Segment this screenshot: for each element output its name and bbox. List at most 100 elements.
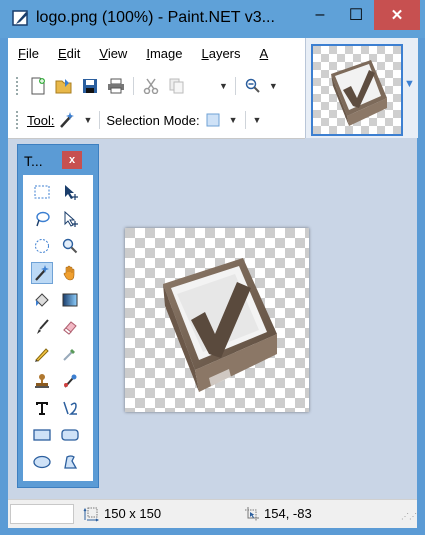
- zoom-dropdown-arrow[interactable]: ▼: [269, 81, 278, 91]
- menu-image[interactable]: Image: [136, 46, 191, 61]
- pan-tool[interactable]: [59, 262, 81, 284]
- move-selection-icon: [64, 211, 78, 227]
- line-curve-tool[interactable]: [59, 397, 81, 419]
- close-icon: x: [68, 154, 76, 166]
- image-canvas[interactable]: [125, 228, 309, 412]
- paste-dropdown-arrow[interactable]: ▼: [219, 81, 228, 91]
- copy-button[interactable]: [166, 75, 188, 97]
- image-thumbnail[interactable]: [311, 44, 403, 136]
- pencil-tool[interactable]: [31, 343, 53, 365]
- gradient-tool[interactable]: [59, 289, 81, 311]
- new-file-icon: [31, 77, 45, 95]
- selection-replace-icon: [206, 113, 220, 127]
- tools-close-button[interactable]: x: [62, 151, 82, 169]
- tools-grid: [23, 175, 93, 481]
- menu-layers-label: ayers: [208, 45, 241, 61]
- resize-grip[interactable]: ⋰⋰: [401, 512, 417, 521]
- ellipse-icon: [33, 455, 51, 469]
- line-curve-icon: [63, 401, 77, 415]
- menu-file-mnemonic: F: [18, 45, 26, 61]
- lasso-icon: [36, 211, 50, 227]
- eraser-tool[interactable]: [59, 316, 81, 338]
- hand-icon: [63, 265, 75, 281]
- main-toolbar: ▼ ▼: [8, 70, 305, 102]
- stamp-icon: [35, 374, 49, 388]
- zoom-button[interactable]: [242, 75, 264, 97]
- lasso-select-tool[interactable]: [31, 208, 53, 230]
- menu-file[interactable]: File: [8, 46, 48, 61]
- save-button[interactable]: [79, 75, 101, 97]
- toolbar-grip[interactable]: [16, 111, 21, 129]
- close-button[interactable]: ✕: [374, 0, 420, 30]
- eyedropper-icon: [63, 349, 75, 361]
- selection-mode-button[interactable]: [202, 109, 224, 131]
- freeform-shape-icon: [64, 455, 78, 469]
- print-button[interactable]: [105, 75, 127, 97]
- menu-adjustments[interactable]: A: [250, 46, 278, 61]
- tool-chooser-button[interactable]: [56, 109, 78, 131]
- print-icon: [108, 78, 124, 94]
- toolbar-separator: [99, 111, 101, 129]
- cursor-position-icon: [245, 507, 259, 521]
- freeform-shape-tool[interactable]: [59, 451, 81, 473]
- toolbar-separator: [244, 111, 246, 129]
- minimize-icon: –: [315, 6, 325, 23]
- image-thumbnail-panel: ▼: [305, 38, 418, 138]
- rectangle-tool[interactable]: [31, 424, 53, 446]
- minimize-button[interactable]: –: [302, 0, 338, 30]
- recolor-icon: [64, 374, 77, 388]
- ellipse-select-icon: [35, 239, 49, 253]
- cut-button[interactable]: [140, 75, 162, 97]
- title-bar[interactable]: logo.png (100%) - Paint.NET v3... – ☐ ✕: [0, 0, 425, 38]
- menu-edit[interactable]: Edit: [48, 46, 89, 61]
- tools-panel: T... x: [17, 144, 99, 488]
- open-button[interactable]: [53, 75, 75, 97]
- toolbar-grip[interactable]: [16, 77, 21, 95]
- rectangle-select-tool[interactable]: [31, 181, 53, 203]
- zoom-tool[interactable]: [59, 235, 81, 257]
- status-message-box: [10, 504, 74, 524]
- text-tool[interactable]: [31, 397, 53, 419]
- paintbrush-tool[interactable]: [31, 316, 53, 338]
- move-selected-pixels-tool[interactable]: [59, 181, 81, 203]
- toolbar-overflow-arrow[interactable]: ▼: [253, 115, 262, 125]
- save-icon: [83, 79, 97, 93]
- tool-dropdown-arrow[interactable]: ▼: [83, 115, 92, 125]
- magic-wand-icon: [35, 265, 49, 281]
- tools-panel-title: T...: [24, 153, 43, 169]
- menu-file-label: ile: [25, 45, 39, 61]
- recolor-tool[interactable]: [59, 370, 81, 392]
- selection-mode-label: Selection Mode:: [106, 112, 200, 128]
- scissors-icon: [143, 78, 159, 94]
- canvas-image: [125, 228, 309, 412]
- window-title: logo.png (100%) - Paint.NET v3...: [36, 9, 275, 26]
- tool-label: Tool:: [27, 112, 55, 128]
- new-image-button[interactable]: [27, 75, 49, 97]
- menu-view[interactable]: View: [89, 46, 136, 61]
- selection-mode-dropdown-arrow[interactable]: ▼: [229, 115, 238, 125]
- client-area: File Edit View Image Layers A ▼ ▼ Tool: …: [8, 38, 418, 527]
- menu-layers-mnemonic: L: [201, 45, 209, 61]
- copy-icon: [169, 78, 184, 94]
- rounded-rectangle-tool[interactable]: [59, 424, 81, 446]
- image-size-icon: [83, 507, 99, 522]
- menu-bar: File Edit View Image Layers A: [8, 38, 305, 68]
- app-icon: [12, 10, 28, 26]
- pencil-icon: [35, 348, 49, 362]
- maximize-icon: ☐: [348, 7, 364, 24]
- menu-layers[interactable]: Layers: [191, 46, 249, 61]
- maximize-button[interactable]: ☐: [338, 0, 374, 30]
- menu-image-label: mage: [149, 45, 183, 61]
- ellipse-tool[interactable]: [31, 451, 53, 473]
- paint-bucket-tool[interactable]: [31, 289, 53, 311]
- magic-wand-tool[interactable]: [31, 262, 53, 284]
- move-selection-tool[interactable]: [59, 208, 81, 230]
- menu-adjustments-mnemonic: A: [259, 45, 269, 61]
- magic-wand-icon: [60, 112, 75, 128]
- toolbar-area: ▼ ▼ Tool: ▼ Selection Mode: ▼ ▼: [8, 68, 305, 139]
- thumbnail-dropdown-icon[interactable]: ▼: [404, 78, 415, 92]
- tool-toolbar: Tool: ▼ Selection Mode: ▼ ▼: [8, 104, 305, 136]
- color-picker-tool[interactable]: [59, 343, 81, 365]
- ellipse-select-tool[interactable]: [31, 235, 53, 257]
- clone-stamp-tool[interactable]: [31, 370, 53, 392]
